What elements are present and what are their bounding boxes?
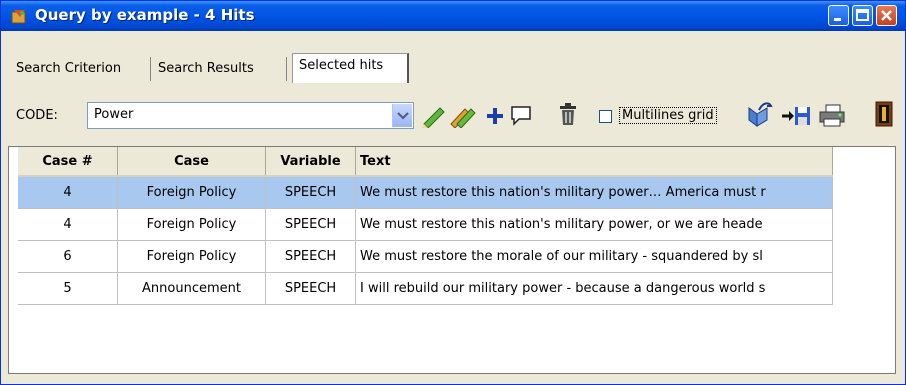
cell-variable[interactable]: SPEECH — [265, 208, 356, 241]
code-pencil-icon[interactable] — [420, 102, 446, 128]
maximize-button[interactable] — [852, 5, 873, 26]
table-row[interactable]: 4 Foreign Policy SPEECH We must restore … — [18, 176, 833, 209]
save-icon[interactable] — [781, 104, 811, 128]
window-title: Query by example - 4 Hits — [35, 6, 255, 24]
tab-search-results[interactable]: Search Results — [152, 57, 287, 81]
multilines-grid-label[interactable]: Multilines grid — [619, 107, 717, 124]
comment-icon[interactable] — [510, 104, 532, 126]
cell-variable[interactable]: SPEECH — [265, 176, 356, 209]
column-header-text[interactable]: Text — [355, 147, 833, 177]
code-label: CODE: — [16, 108, 58, 123]
table-row[interactable]: 5 Announcement SPEECH I will rebuild our… — [18, 272, 833, 305]
cell-variable[interactable]: SPEECH — [265, 240, 356, 273]
column-header-case[interactable]: Case — [117, 147, 266, 177]
table-row[interactable]: 6 Foreign Policy SPEECH We must restore … — [18, 240, 833, 273]
export-icon[interactable] — [745, 100, 773, 128]
table-row[interactable]: 4 Foreign Policy SPEECH We must restore … — [18, 208, 833, 241]
cell-variable[interactable]: SPEECH — [265, 272, 356, 305]
app-icon — [11, 10, 26, 24]
close-button[interactable] — [876, 5, 897, 26]
cell-text[interactable]: We must restore the morale of our milita… — [355, 240, 833, 273]
cell-case[interactable]: Foreign Policy — [117, 240, 266, 273]
close-icon — [881, 10, 892, 21]
cell-text[interactable]: We must restore this nation's military p… — [355, 208, 833, 241]
minimize-button[interactable] — [828, 5, 849, 26]
add-icon[interactable] — [485, 106, 505, 126]
cell-case[interactable]: Foreign Policy — [117, 176, 266, 209]
results-grid: Case # Case Variable Text 4 Foreign Poli… — [18, 147, 833, 305]
cell-text[interactable]: We must restore this nation's military p… — [355, 176, 833, 209]
column-header-variable[interactable]: Variable — [265, 147, 356, 177]
delete-icon[interactable] — [558, 102, 578, 126]
column-header-case-num[interactable]: Case # — [18, 147, 118, 177]
exit-icon[interactable] — [873, 100, 895, 128]
tab-search-criterion[interactable]: Search Criterion — [10, 57, 151, 81]
cell-case-num[interactable]: 6 — [18, 240, 118, 273]
minimize-icon — [834, 18, 841, 21]
cell-case-num[interactable]: 4 — [18, 208, 118, 241]
cell-text[interactable]: I will rebuild our military power - beca… — [355, 272, 833, 305]
chevron-down-icon — [397, 112, 409, 120]
multilines-grid-checkbox[interactable] — [599, 110, 612, 123]
combo-dropdown-button[interactable] — [392, 104, 412, 127]
code-combobox-value: Power — [94, 107, 134, 122]
cell-case-num[interactable]: 4 — [18, 176, 118, 209]
title-bar[interactable]: Query by example - 4 Hits — [1, 1, 905, 31]
maximize-icon — [856, 9, 869, 21]
cell-case-num[interactable]: 5 — [18, 272, 118, 305]
cell-case[interactable]: Foreign Policy — [117, 208, 266, 241]
tab-selected-hits[interactable]: Selected hits — [292, 53, 409, 83]
code-combobox[interactable]: Power — [87, 102, 414, 129]
multi-code-pencil-icon[interactable] — [448, 102, 478, 128]
cell-case[interactable]: Announcement — [117, 272, 266, 305]
print-icon[interactable] — [818, 103, 846, 127]
